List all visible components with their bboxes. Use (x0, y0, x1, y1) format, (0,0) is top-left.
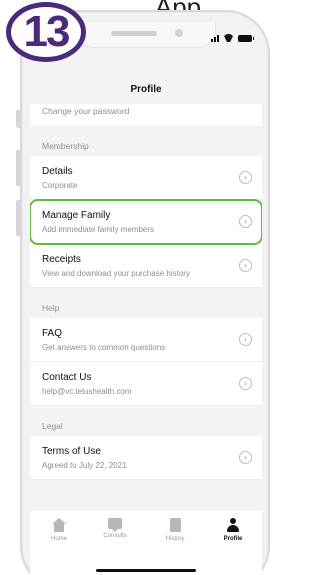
chevron-right-icon: › (239, 171, 252, 184)
row-title: Details (42, 166, 73, 177)
tab-label: Home (50, 536, 67, 542)
section-header-help: Help (30, 288, 262, 318)
chevron-right-icon: › (239, 333, 252, 346)
row-subtitle: View and download your purchase history (42, 269, 190, 278)
battery-icon (238, 35, 254, 42)
signal-icon (211, 35, 219, 42)
phone-notch (76, 22, 216, 48)
tab-label: Profile (223, 536, 243, 542)
manage-family-row[interactable]: Manage Family Add immediate family membe… (30, 199, 262, 245)
status-icons (211, 34, 254, 42)
phone-screen: Profile Change your password Membership … (30, 22, 262, 575)
section-header-membership: Membership (30, 126, 262, 156)
tab-consults[interactable]: Consults (92, 518, 138, 539)
speaker-icon (111, 31, 157, 36)
row-subtitle: Corporate (42, 181, 78, 190)
tab-label: Consults (103, 533, 127, 539)
home-icon (52, 518, 66, 532)
row-subtitle: Get answers to common questions (42, 343, 166, 352)
chevron-right-icon: › (239, 259, 252, 272)
change-password-row[interactable]: Change your password (30, 104, 262, 126)
tab-profile[interactable]: Profile (210, 518, 256, 542)
wifi-icon (223, 34, 234, 42)
row-subtitle: help@vc.telushealth.com (42, 387, 132, 396)
bottom-tab-bar: Home Consults History Profile (30, 509, 262, 575)
chevron-right-icon: › (239, 377, 252, 390)
chevron-right-icon: › (239, 215, 252, 228)
tab-history[interactable]: History (152, 518, 198, 542)
consults-icon (108, 518, 122, 532)
profile-icon (226, 518, 240, 532)
row-subtitle: Change your password (42, 106, 130, 116)
row-title: Manage Family (42, 210, 111, 221)
profile-settings-list: Change your password Membership Details … (30, 104, 262, 480)
row-title: FAQ (42, 328, 63, 339)
receipts-row[interactable]: Receipts View and download your purchase… (30, 244, 262, 288)
row-title: Terms of Use (42, 446, 101, 457)
terms-of-use-row[interactable]: Terms of Use Agreed to July 22, 2021 › (30, 436, 262, 480)
row-subtitle: Agreed to July 22, 2021 (42, 461, 127, 470)
home-indicator (96, 569, 196, 572)
faq-row[interactable]: FAQ Get answers to common questions › (30, 318, 262, 362)
row-subtitle: Add immediate family members (42, 225, 155, 234)
page-title: Profile (130, 84, 162, 95)
details-row[interactable]: Details Corporate › (30, 156, 262, 200)
row-title: Receipts (42, 254, 81, 265)
row-title: Contact Us (42, 372, 92, 383)
tab-label: History (165, 536, 185, 542)
camera-icon (175, 29, 183, 37)
contact-us-row[interactable]: Contact Us help@vc.telushealth.com › (30, 362, 262, 406)
history-icon (169, 518, 181, 532)
tab-home[interactable]: Home (36, 518, 82, 542)
section-header-legal: Legal (30, 406, 262, 436)
chevron-right-icon: › (239, 451, 252, 464)
step-number: 13 (23, 7, 71, 56)
step-number-badge: 13 (6, 2, 86, 62)
